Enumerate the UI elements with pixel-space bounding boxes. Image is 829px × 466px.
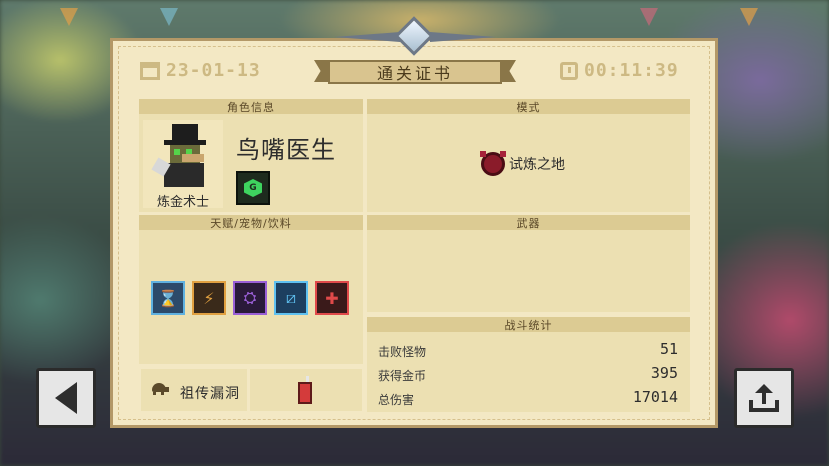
share-button[interactable] [734, 368, 794, 428]
stat-row-gold: 获得金币 395 [378, 364, 678, 386]
weapons-header: 武器 [367, 215, 690, 230]
bunting-flag [740, 8, 758, 26]
stat-value: 51 [659, 340, 678, 358]
stat-label: 击败怪物 [378, 345, 427, 359]
share-icon [749, 384, 779, 412]
stat-label: 获得金币 [378, 369, 427, 383]
pet-name: 祖传漏洞 [180, 386, 240, 402]
calendar-icon [140, 61, 160, 80]
bunting-flag [160, 8, 178, 26]
red-horned-mask-icon [480, 151, 506, 176]
red-soda-cup-icon [298, 376, 312, 404]
time-display: 00:11:39 [560, 60, 679, 81]
stat-row-kills: 击败怪物 51 [378, 340, 678, 362]
plague-doctor-avatar [151, 124, 214, 190]
mode-label: 试炼之地 [509, 157, 565, 173]
date-text: 23-01-13 [166, 60, 261, 81]
bunting-flag [60, 8, 78, 26]
blue-diagonal-stripe-icon: ⧄ [274, 281, 308, 315]
bunting-flag [640, 8, 658, 26]
back-button[interactable] [36, 368, 96, 428]
title-ribbon: 通关证书 [314, 60, 516, 86]
turtle-icon [149, 383, 169, 395]
date-display: 23-01-13 [140, 60, 261, 81]
red-heart-plus-icon: ✚ [315, 281, 349, 315]
mode-header: 模式 [367, 99, 690, 114]
battle-stats-header: 战斗统计 [367, 317, 690, 332]
time-text: 00:11:39 [584, 60, 679, 81]
green-hex-skill-icon: G [236, 171, 270, 205]
stat-value: 17014 [632, 388, 678, 406]
weapons-section [367, 230, 690, 312]
talents-header: 天赋/宠物/饮料 [139, 215, 363, 230]
character-info-header: 角色信息 [139, 99, 363, 114]
back-arrow-icon [55, 382, 77, 414]
mode-display: 试炼之地 [480, 151, 565, 176]
certificate-title: 通关证书 [328, 60, 502, 84]
character-class: 炼金术士 [156, 195, 209, 210]
purple-wizard-hat-icon: ⛭ [233, 281, 267, 315]
character-name: 鸟嘴医生 [236, 136, 336, 164]
stat-label: 总伤害 [378, 393, 415, 407]
hourglass-icon: ⌛ [151, 281, 185, 315]
diamond-emblem-icon [334, 16, 496, 56]
stat-value: 395 [650, 364, 678, 382]
stat-row-damage: 总伤害 17014 [378, 388, 678, 410]
clock-icon [560, 61, 578, 80]
lightning-bolts-icon: ⚡ [192, 281, 226, 315]
